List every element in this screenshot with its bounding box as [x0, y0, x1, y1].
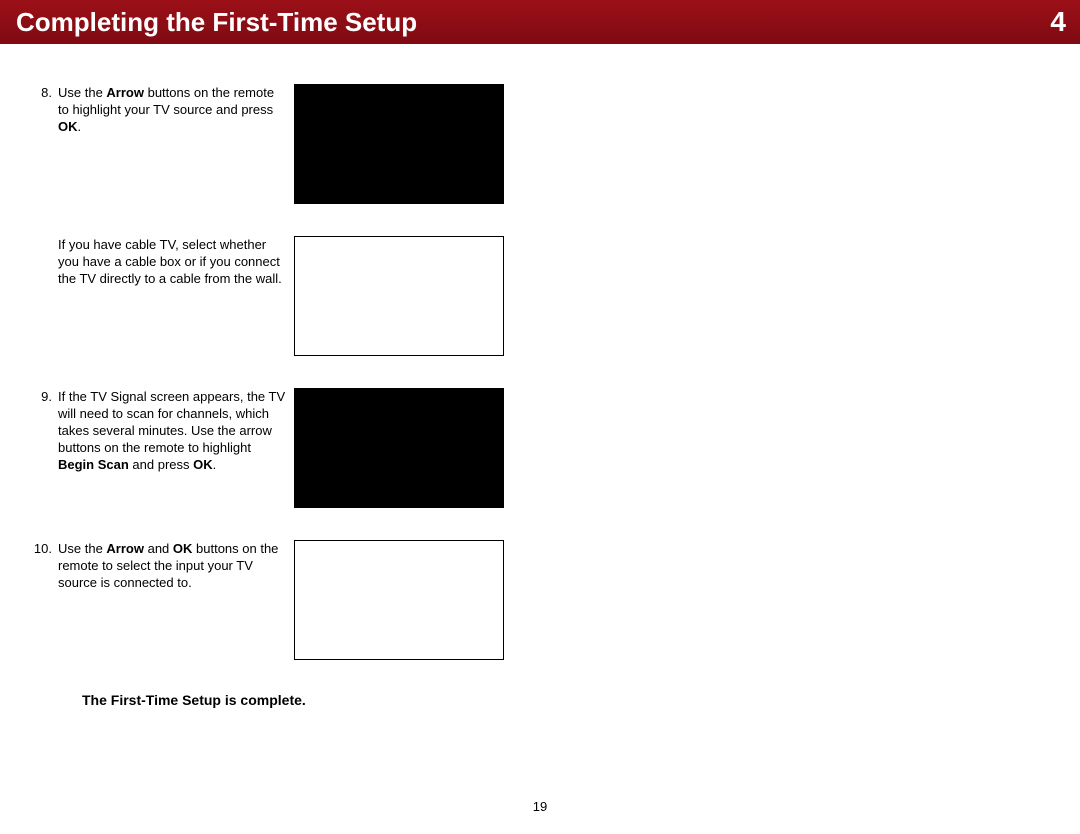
text-run: Use the [58, 541, 106, 556]
text-bold-ok: OK [193, 457, 213, 472]
step-number: 8. [24, 84, 58, 204]
step-illustration [294, 388, 504, 508]
setup-complete-message: The First-Time Setup is complete. [82, 692, 544, 708]
step-text: Use the Arrow buttons on the remote to h… [58, 84, 294, 204]
text-bold-ok: OK [173, 541, 193, 556]
steps-list: 8. Use the Arrow buttons on the remote t… [24, 84, 544, 708]
text-bold-arrow: Arrow [106, 541, 144, 556]
tv-screen-dark-icon [294, 84, 504, 204]
step-text: If the TV Signal screen appears, the TV … [58, 388, 294, 508]
step-9: 9. If the TV Signal screen appears, the … [24, 388, 544, 508]
chapter-number: 4 [1050, 6, 1066, 38]
tv-screen-light-icon [294, 540, 504, 660]
step-number: 9. [24, 388, 58, 508]
text-run: Use the [58, 85, 106, 100]
text-run: . [78, 119, 82, 134]
step-illustration [294, 236, 504, 356]
step-number-spacer [24, 236, 58, 356]
content-column: 8. Use the Arrow buttons on the remote t… [0, 44, 1080, 708]
text-bold-begin-scan: Begin Scan [58, 457, 129, 472]
text-bold-ok: OK [58, 119, 78, 134]
step-illustration [294, 540, 504, 660]
text-run: and press [129, 457, 193, 472]
manual-page: Completing the First-Time Setup 4 8. Use… [0, 0, 1080, 834]
step-text: Use the Arrow and OK buttons on the remo… [58, 540, 294, 660]
text-bold-arrow: Arrow [106, 85, 144, 100]
chapter-header: Completing the First-Time Setup 4 [0, 0, 1080, 44]
step-8: 8. Use the Arrow buttons on the remote t… [24, 84, 544, 204]
page-title: Completing the First-Time Setup [16, 7, 417, 38]
step-8-sub: If you have cable TV, select whether you… [24, 236, 544, 356]
text-run: If the TV Signal screen appears, the TV … [58, 389, 285, 455]
step-illustration [294, 84, 504, 204]
text-run: . [213, 457, 217, 472]
page-number: 19 [0, 799, 1080, 814]
step-number: 10. [24, 540, 58, 660]
text-run: and [144, 541, 173, 556]
step-10: 10. Use the Arrow and OK buttons on the … [24, 540, 544, 660]
tv-screen-dark-icon [294, 388, 504, 508]
step-text: If you have cable TV, select whether you… [58, 236, 294, 356]
tv-screen-light-icon [294, 236, 504, 356]
